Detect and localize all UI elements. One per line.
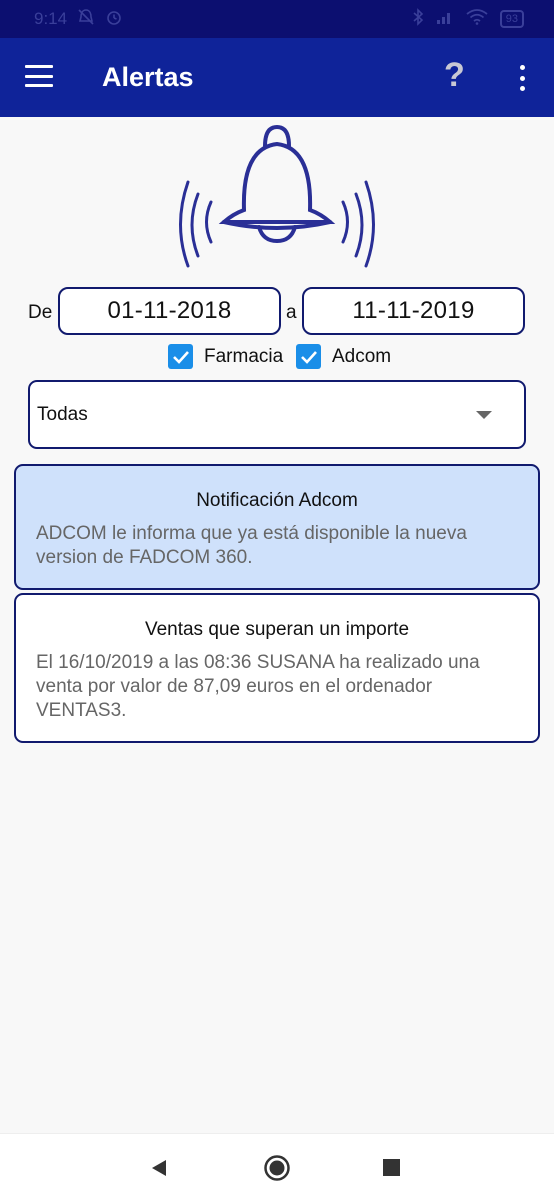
help-icon[interactable]: ? bbox=[444, 56, 465, 95]
checkbox-label: Adcom bbox=[332, 345, 392, 367]
alert-body: El 16/10/2019 a las 08:36 SUSANA ha real… bbox=[36, 652, 480, 721]
more-vert-icon[interactable] bbox=[516, 65, 528, 91]
dropdown-arrow-icon bbox=[476, 411, 492, 419]
back-icon[interactable] bbox=[150, 1158, 168, 1183]
bluetooth-icon bbox=[412, 7, 424, 31]
mute-icon bbox=[77, 8, 95, 31]
navigation-bar bbox=[0, 1133, 554, 1200]
checkbox-farmacia-row[interactable]: Farmacia bbox=[168, 344, 283, 369]
check-icon bbox=[172, 350, 189, 364]
status-time: 9:14 bbox=[34, 9, 68, 28]
menu-icon[interactable] bbox=[25, 65, 53, 87]
filter-select[interactable]: Todas bbox=[28, 380, 526, 449]
alert-body: ADCOM le informa que ya está disponible … bbox=[36, 523, 467, 568]
alert-title: Ventas que superan un importe bbox=[144, 619, 410, 640]
to-date-field[interactable]: 11-11-2019 bbox=[302, 287, 525, 335]
signal-icon bbox=[436, 9, 454, 30]
bell-ringing-icon bbox=[176, 122, 376, 272]
recents-icon[interactable] bbox=[383, 1159, 400, 1176]
checkbox-adcom[interactable] bbox=[296, 344, 321, 369]
home-icon[interactable] bbox=[263, 1154, 291, 1187]
from-label: De bbox=[28, 302, 53, 323]
battery-indicator: 93 bbox=[499, 10, 524, 28]
alert-title: Notificación Adcom bbox=[196, 490, 358, 511]
select-value: Todas bbox=[37, 403, 88, 425]
check-icon bbox=[300, 350, 317, 364]
checkbox-farmacia[interactable] bbox=[168, 344, 193, 369]
alert-card[interactable]: Notificación Adcom ADCOM le informa que … bbox=[14, 464, 540, 590]
from-date-field[interactable]: 01-11-2018 bbox=[58, 287, 281, 335]
status-bar: 9:14 93 bbox=[0, 0, 554, 38]
checkbox-adcom-row[interactable]: Adcom bbox=[296, 344, 391, 369]
wifi-icon bbox=[466, 8, 488, 30]
page-title: Alertas bbox=[102, 62, 194, 92]
app-bar: Alertas ? bbox=[0, 38, 554, 117]
to-label: a bbox=[286, 302, 297, 323]
alarm-icon bbox=[105, 8, 123, 31]
checkbox-label: Farmacia bbox=[204, 345, 284, 367]
alert-card[interactable]: Ventas que superan un importe El 16/10/2… bbox=[14, 593, 540, 743]
